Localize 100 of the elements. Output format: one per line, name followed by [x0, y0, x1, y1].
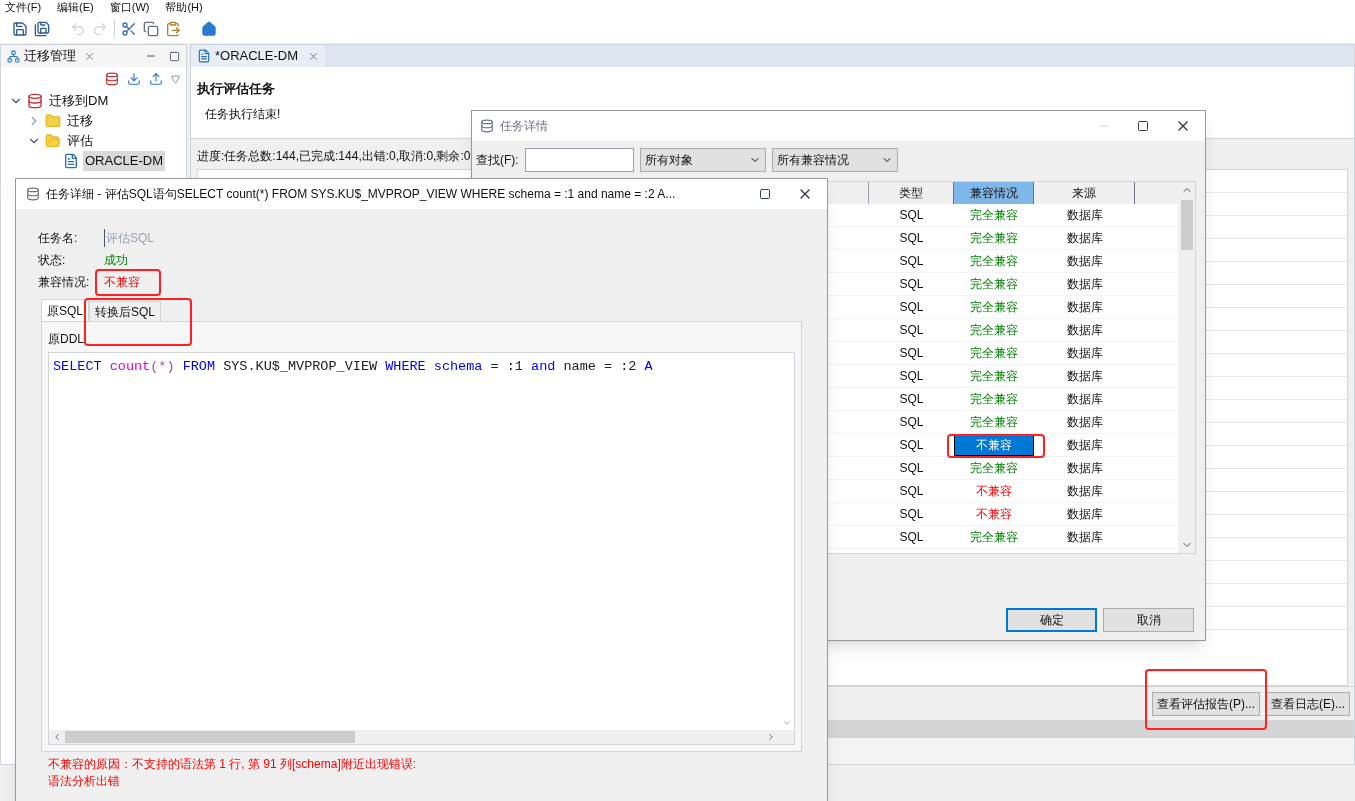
- table-cell-text: SQL: [898, 368, 925, 385]
- error-text: 语法分析出错: [48, 773, 121, 790]
- compat-cell[interactable]: 完全兼容: [954, 411, 1034, 433]
- field-label: 查找(F):: [476, 151, 519, 169]
- scroll-thumb[interactable]: [65, 731, 355, 743]
- status-value: 不兼容: [104, 274, 140, 291]
- copy-icon[interactable]: [143, 21, 159, 37]
- error-text: 不兼容的原因：不支持的语法第 1 行, 第 91 列[schema]附近出现错误:: [48, 756, 418, 773]
- table-cell-text: SQL: [898, 506, 925, 523]
- compat-cell[interactable]: 不兼容: [954, 434, 1034, 456]
- scroll-right-icon[interactable]: [766, 732, 776, 742]
- table-cell-text: 数据库: [1065, 460, 1104, 477]
- dialog-button[interactable]: 确定: [1006, 608, 1097, 632]
- compat-cell[interactable]: 完全兼容: [954, 319, 1034, 341]
- folder-icon: [45, 133, 61, 149]
- table-cell-text: 数据库: [1065, 529, 1104, 546]
- tab[interactable]: 原SQL: [41, 299, 89, 321]
- annotation-box: [95, 269, 161, 296]
- dropdown-icon[interactable]: [171, 74, 180, 84]
- scroll-thumb[interactable]: [1180, 200, 1193, 250]
- maximize-icon[interactable]: [759, 188, 771, 200]
- table-cell-text: SQL: [898, 483, 925, 500]
- section-label: 原DDL: [48, 331, 85, 348]
- code-line: SELECT count(*) FROM SYS.KU$_MVPROP_VIEW WHERE schema = :1 and name = :2 A: [52, 358, 654, 376]
- table-cell-text: SQL: [898, 322, 925, 339]
- table-cell-text: 数据库: [1065, 368, 1104, 385]
- filter-dropdown[interactable]: 所有兼容情况: [771, 147, 898, 172]
- dialog-title: 任务详情: [500, 118, 548, 135]
- paste-icon[interactable]: [165, 21, 181, 37]
- compat-cell[interactable]: 不兼容: [954, 503, 1034, 525]
- document-icon: [197, 49, 211, 63]
- table-cell-text: 数据库: [1065, 230, 1104, 247]
- table-cell-text: 数据库: [1065, 276, 1104, 293]
- table-cell-text: 数据库: [1065, 299, 1104, 316]
- table-cell-text: 数据库: [1065, 391, 1104, 408]
- table-cell-text: SQL: [898, 391, 925, 408]
- home-icon[interactable]: [201, 21, 217, 37]
- report-button[interactable]: 查看评估报告(P)...: [1152, 691, 1260, 716]
- dialog-icon: [480, 119, 494, 133]
- compat-cell[interactable]: 完全兼容: [954, 388, 1034, 410]
- table-cell-text: SQL: [898, 345, 925, 362]
- report-button[interactable]: 查看日志(E)...: [1266, 691, 1350, 716]
- menu-item[interactable]: 文件(F): [5, 0, 42, 16]
- table-cell-text: 数据库: [1065, 253, 1104, 270]
- maximize-icon[interactable]: [1137, 120, 1149, 132]
- dialog-icon: [26, 187, 40, 201]
- table-cell-text: 数据库: [1065, 437, 1104, 454]
- tree-item[interactable]: 迁移到DM: [47, 91, 111, 111]
- column-header[interactable]: 兼容情况: [954, 182, 1034, 204]
- table-cell-text: 数据库: [1065, 506, 1104, 523]
- compat-cell[interactable]: 完全兼容: [954, 342, 1034, 364]
- field-label: 任务名:: [38, 230, 79, 247]
- dialog-title: 任务详细 - 评估SQL语句SELECT count(*) FROM SYS.KU$_MVPROP_VIEW WHERE schema = :1 and name = :2 A...: [46, 186, 676, 203]
- menu-item[interactable]: 帮助(H): [165, 0, 203, 16]
- status-message: 任务执行结束!: [205, 105, 282, 123]
- table-cell-text: SQL: [898, 299, 925, 316]
- table-cell-text: 数据库: [1065, 345, 1104, 362]
- save-all-icon[interactable]: [34, 21, 50, 37]
- table-cell-text: SQL: [898, 230, 925, 247]
- compat-cell[interactable]: 完全兼容: [954, 250, 1034, 272]
- table-cell-text: SQL: [898, 529, 925, 546]
- field-label: 兼容情况:: [38, 274, 91, 291]
- tree-item[interactable]: 评估: [65, 131, 95, 151]
- menu-item[interactable]: 窗口(W): [109, 0, 150, 16]
- database-icon: [27, 93, 43, 109]
- compat-cell[interactable]: 完全兼容: [954, 204, 1034, 226]
- search-field[interactable]: [524, 147, 634, 172]
- table-cell-text: SQL: [898, 414, 925, 431]
- tree-item[interactable]: 迁移: [65, 111, 95, 131]
- compat-cell[interactable]: 不兼容: [954, 480, 1034, 502]
- compat-cell[interactable]: 完全兼容: [954, 227, 1034, 249]
- table-cell-text: 数据库: [1065, 483, 1104, 500]
- save-icon[interactable]: [12, 21, 28, 37]
- table-cell-text: 数据库: [1065, 414, 1104, 431]
- scroll-left-icon[interactable]: [52, 732, 62, 742]
- cut-icon[interactable]: [121, 21, 137, 37]
- table-cell-text: SQL: [898, 253, 925, 270]
- compat-cell[interactable]: 完全兼容: [954, 457, 1034, 479]
- compat-cell[interactable]: 完全兼容: [954, 273, 1034, 295]
- folder-icon: [45, 113, 61, 129]
- table-cell-text: SQL: [898, 460, 925, 477]
- progress-text: 进度:任务总数:144,已完成:144,出错:0,取消:0,剩余:0: [197, 148, 471, 165]
- hierarchy-icon: [7, 49, 20, 63]
- compat-cell[interactable]: 完全兼容: [954, 296, 1034, 318]
- editor-tab[interactable]: *ORACLE-DM: [191, 45, 326, 67]
- filter-dropdown[interactable]: 所有对象: [639, 147, 766, 172]
- tree-item[interactable]: ORACLE-DM: [83, 151, 165, 171]
- document-icon: [63, 153, 79, 169]
- import-icon[interactable]: [127, 72, 141, 86]
- dialog-button[interactable]: 取消: [1103, 608, 1194, 632]
- tab[interactable]: 转换后SQL: [89, 301, 162, 321]
- compat-cell[interactable]: 完全兼容: [954, 365, 1034, 387]
- status-value: 成功: [104, 252, 128, 269]
- menu-item[interactable]: 编辑(E): [57, 0, 94, 16]
- database-icon[interactable]: [105, 72, 119, 86]
- section-heading: 执行评估任务: [197, 80, 276, 98]
- compat-cell[interactable]: 完全兼容: [954, 526, 1034, 548]
- field-label: 状态:: [38, 252, 67, 269]
- export-icon[interactable]: [149, 72, 163, 86]
- table-cell-text: 数据库: [1065, 207, 1104, 224]
